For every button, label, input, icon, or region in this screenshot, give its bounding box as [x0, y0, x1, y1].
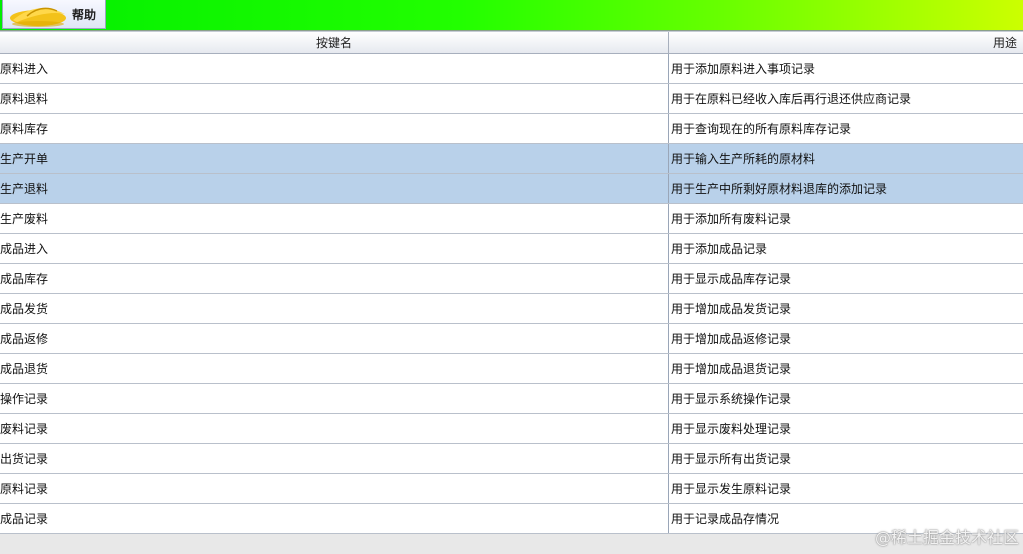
cell-key-name: 成品返修 [0, 324, 669, 353]
table-row[interactable]: 成品记录 用于记录成品存情况 [0, 504, 1023, 534]
cell-key-name: 成品退货 [0, 354, 669, 383]
tab-help[interactable]: 帮助 [2, 0, 106, 29]
cell-key-name: 操作记录 [0, 384, 669, 413]
cell-purpose: 用于显示所有出货记录 [671, 452, 792, 466]
cell-key-name: 成品库存 [0, 264, 669, 293]
cell-key-name: 成品进入 [0, 234, 669, 263]
table-row[interactable]: 操作记录 用于显示系统操作记录 [0, 384, 1023, 414]
cell-purpose: 用于在原料已经收入库后再行退还供应商记录 [671, 92, 912, 106]
table-row[interactable]: 成品进入 用于添加成品记录 [0, 234, 1023, 264]
cell-purpose: 用于显示系统操作记录 [671, 392, 792, 406]
table-header: 按键名 用途 [0, 31, 1023, 54]
fruit-logo-icon [10, 7, 66, 27]
cell-purpose: 用于增加成品退货记录 [671, 362, 792, 376]
watermark: @稀土掘金技术社区 [874, 528, 1019, 547]
table-row[interactable]: 原料记录 用于显示发生原料记录 [0, 474, 1023, 504]
cell-purpose: 用于生产中所剩好原材料退库的添加记录 [671, 182, 888, 196]
column-header-purpose[interactable]: 用途 [669, 32, 1023, 54]
cell-purpose: 用于添加所有废料记录 [671, 212, 792, 226]
tab-help-label: 帮助 [72, 8, 97, 22]
cell-key-name: 成品记录 [0, 504, 669, 533]
cell-key-name: 原料进入 [0, 54, 669, 83]
cell-purpose: 用于查询现在的所有原料库存记录 [671, 122, 852, 136]
table-row[interactable]: 成品库存 用于显示成品库存记录 [0, 264, 1023, 294]
cell-key-name: 生产废料 [0, 204, 669, 233]
cell-purpose: 用于增加成品发货记录 [671, 302, 792, 316]
table-row[interactable]: 成品返修 用于增加成品返修记录 [0, 324, 1023, 354]
cell-key-name: 原料退料 [0, 84, 669, 113]
cell-purpose: 用于显示废料处理记录 [671, 422, 792, 436]
table-body: 原料进入 用于添加原料进入事项记录 原料退料 用于在原料已经收入库后再行退还供应商记录… [0, 54, 1023, 534]
cell-key-name: 生产退料 [0, 174, 669, 203]
table-row[interactable]: 原料退料 用于在原料已经收入库后再行退还供应商记录 [0, 84, 1023, 114]
table-row[interactable]: 成品发货 用于增加成品发货记录 [0, 294, 1023, 324]
cell-purpose: 用于添加原料进入事项记录 [671, 62, 816, 76]
cell-purpose: 用于显示发生原料记录 [671, 482, 792, 496]
table-row[interactable]: 原料进入 用于添加原料进入事项记录 [0, 54, 1023, 84]
cell-purpose: 用于显示成品库存记录 [671, 272, 792, 286]
table-row[interactable]: 生产开单 用于输入生产所耗的原材料 [0, 144, 1023, 174]
table-row[interactable]: 出货记录 用于显示所有出货记录 [0, 444, 1023, 474]
bottom-strip [0, 534, 1023, 554]
cell-purpose: 用于添加成品记录 [671, 242, 768, 256]
cell-key-name: 废料记录 [0, 414, 669, 443]
cell-key-name: 成品发货 [0, 294, 669, 323]
cell-key-name: 原料库存 [0, 114, 669, 143]
cell-key-name: 生产开单 [0, 144, 669, 173]
table-row[interactable]: 生产废料 用于添加所有废料记录 [0, 204, 1023, 234]
cell-key-name: 出货记录 [0, 444, 669, 473]
cell-key-name: 原料记录 [0, 474, 669, 503]
table-row[interactable]: 废料记录 用于显示废料处理记录 [0, 414, 1023, 444]
column-header-key-name[interactable]: 按键名 [0, 32, 669, 54]
cell-purpose: 用于输入生产所耗的原材料 [671, 152, 816, 166]
top-banner: 帮助 [0, 0, 1023, 31]
cell-purpose: 用于增加成品返修记录 [671, 332, 792, 346]
table-row[interactable]: 成品退货 用于增加成品退货记录 [0, 354, 1023, 384]
table-row[interactable]: 原料库存 用于查询现在的所有原料库存记录 [0, 114, 1023, 144]
table-row[interactable]: 生产退料 用于生产中所剩好原材料退库的添加记录 [0, 174, 1023, 204]
